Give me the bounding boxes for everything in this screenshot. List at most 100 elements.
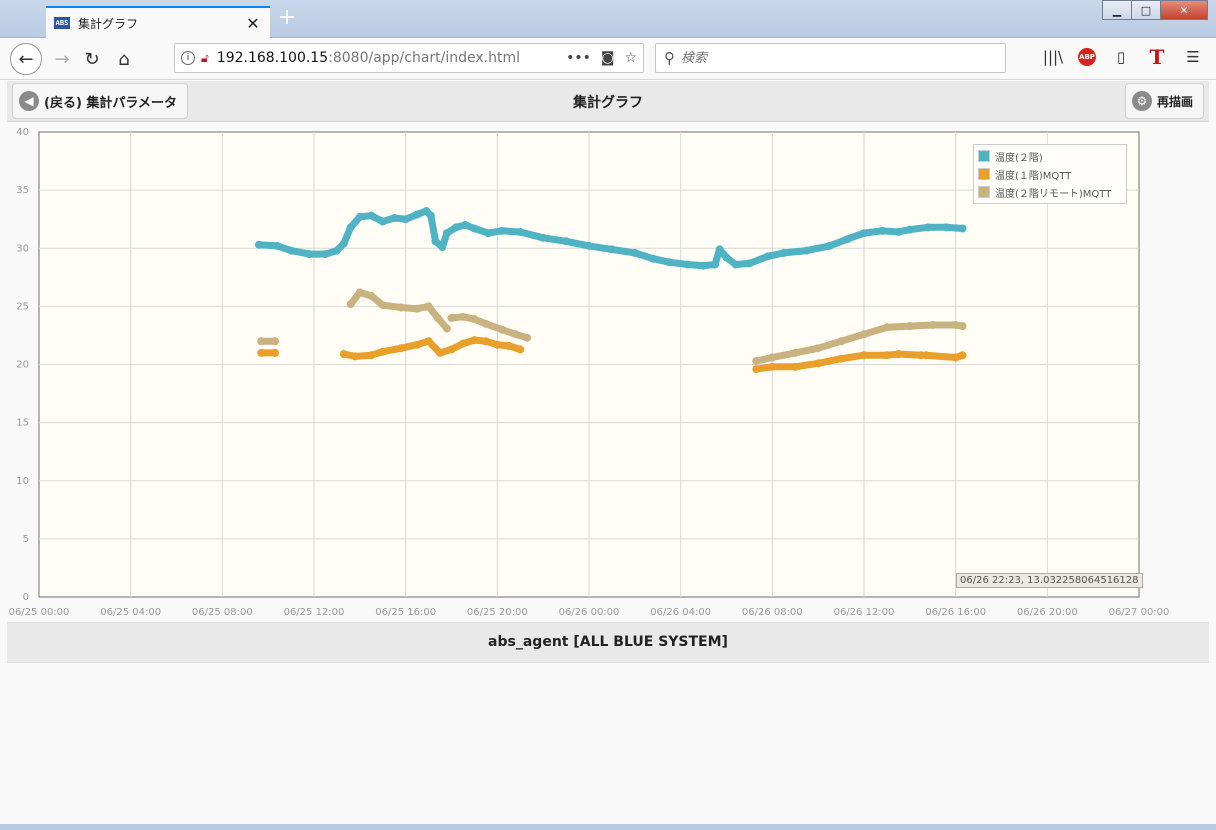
minimize-icon[interactable]: ▁ xyxy=(1102,0,1132,20)
data-point xyxy=(768,362,777,371)
data-point xyxy=(255,240,263,249)
data-point xyxy=(436,348,445,357)
redraw-button[interactable]: ⚙ 再描画 xyxy=(1124,83,1204,119)
data-point xyxy=(287,246,296,255)
data-point xyxy=(332,246,341,255)
data-point xyxy=(481,337,490,346)
search-icon: ⚲ xyxy=(664,49,675,67)
data-point xyxy=(516,345,525,354)
legend-item: 温度(１階)MQTT xyxy=(978,165,1122,183)
data-point xyxy=(951,353,960,362)
data-point xyxy=(346,223,355,232)
data-point xyxy=(504,341,513,350)
new-tab-button[interactable]: + xyxy=(276,7,298,30)
browser-tab[interactable]: ABS 集計グラフ ✕ xyxy=(46,6,270,38)
legend-swatch xyxy=(978,168,990,180)
url-bar[interactable]: i 🔓︎ 192.168.100.15 :8080/app/chart/inde… xyxy=(174,43,644,73)
y-tick-label: 0 xyxy=(23,592,29,603)
reload-icon[interactable]: ↻ xyxy=(76,43,108,75)
data-point xyxy=(745,259,754,268)
back-arrow-icon[interactable]: ← xyxy=(10,43,42,75)
y-tick-label: 5 xyxy=(23,534,29,545)
x-tick-label: 06/26 00:00 xyxy=(559,607,620,618)
data-point xyxy=(722,253,731,262)
search-bar[interactable]: ⚲ xyxy=(655,43,1006,73)
data-point xyxy=(791,362,800,371)
data-point xyxy=(649,254,658,263)
data-point xyxy=(814,359,823,368)
search-input[interactable] xyxy=(681,50,997,66)
home-icon[interactable]: ⌂ xyxy=(108,43,140,75)
data-point xyxy=(958,224,967,233)
data-point xyxy=(378,347,387,356)
data-point xyxy=(339,350,348,359)
adblock-icon[interactable]: ABP xyxy=(1078,48,1096,66)
data-point xyxy=(825,241,834,250)
x-tick-label: 06/27 00:00 xyxy=(1109,607,1170,618)
data-point xyxy=(699,261,708,270)
data-point xyxy=(768,353,777,362)
data-point xyxy=(860,330,868,339)
info-icon[interactable]: i xyxy=(181,51,195,65)
data-point xyxy=(484,229,493,238)
window-controls: ▁ □ ✕ xyxy=(1102,0,1208,20)
data-point xyxy=(894,227,903,236)
data-point xyxy=(905,225,914,234)
data-point xyxy=(367,291,376,300)
data-point xyxy=(442,324,451,333)
data-point xyxy=(715,245,724,254)
bookmark-star-icon[interactable]: ☆ xyxy=(624,50,637,66)
data-point xyxy=(562,237,571,246)
data-point xyxy=(442,229,451,238)
data-point xyxy=(511,330,520,339)
data-point xyxy=(378,217,387,226)
chart-tooltip: 06/26 22:23, 13.032258064516128 xyxy=(956,573,1143,588)
data-point xyxy=(305,250,314,259)
chart-container[interactable]: 0 5 10 15 20 25 30 35 40 06/25 00:00 06/25 04:00 06… xyxy=(7,122,1209,622)
legend-item: 温度(２階リモート)MQTT xyxy=(978,183,1122,201)
data-point xyxy=(424,302,433,311)
library-icon[interactable]: |||\ xyxy=(1042,46,1064,68)
x-tick-label: 06/25 12:00 xyxy=(284,607,345,618)
y-tick-label: 35 xyxy=(16,185,29,196)
data-point xyxy=(497,325,506,334)
y-tick-label: 10 xyxy=(16,476,29,487)
data-point xyxy=(711,260,720,269)
pocket-icon[interactable]: ◙ xyxy=(601,50,615,66)
data-point xyxy=(921,351,930,360)
data-point xyxy=(523,333,532,342)
window-close-icon[interactable]: ✕ xyxy=(1160,0,1208,20)
data-point xyxy=(630,248,639,257)
insecure-lock-icon[interactable]: 🔓︎ xyxy=(201,51,209,66)
data-point xyxy=(497,226,506,235)
data-point xyxy=(367,211,376,220)
x-tick-label: 06/25 00:00 xyxy=(9,607,70,618)
data-point xyxy=(257,337,266,346)
data-point xyxy=(958,322,967,331)
data-point xyxy=(355,212,364,221)
data-point xyxy=(779,248,788,257)
y-tick-label: 15 xyxy=(16,418,29,429)
page-actions-icon[interactable]: ••• xyxy=(566,50,591,66)
sidebar-icon[interactable]: ▯ xyxy=(1110,46,1132,68)
data-point xyxy=(837,337,846,346)
menu-icon[interactable]: ☰ xyxy=(1182,46,1204,68)
data-point xyxy=(791,348,800,357)
tab-close-icon[interactable]: ✕ xyxy=(244,14,262,33)
maximize-icon[interactable]: □ xyxy=(1131,0,1161,20)
data-point xyxy=(458,339,467,348)
forward-arrow-icon[interactable]: → xyxy=(46,43,78,75)
footer-agent-label: abs_agent [ALL BLUE SYSTEM] xyxy=(7,622,1209,663)
legend-label: 温度(２階リモート)MQTT xyxy=(995,188,1112,200)
data-point xyxy=(878,226,887,235)
data-point xyxy=(951,320,960,329)
t-extension-icon[interactable]: T xyxy=(1146,45,1168,69)
data-point xyxy=(481,319,490,328)
y-tick-label: 20 xyxy=(16,360,29,371)
x-tick-label: 06/26 20:00 xyxy=(1017,607,1078,618)
data-point xyxy=(447,314,456,322)
data-point xyxy=(426,211,435,220)
data-point xyxy=(413,304,422,313)
legend-label: 温度(２階) xyxy=(995,152,1043,164)
data-point xyxy=(928,320,937,329)
